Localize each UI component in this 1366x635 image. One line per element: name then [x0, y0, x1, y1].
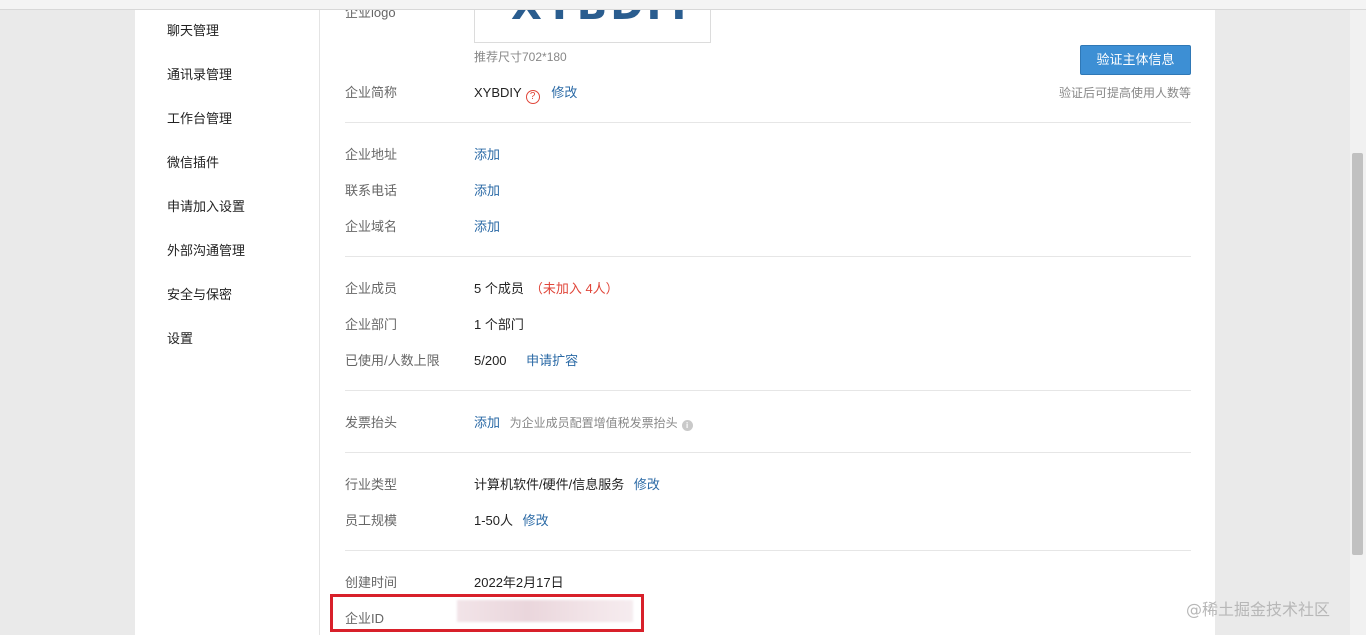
sidebar-item-chat[interactable]: 聊天管理 — [167, 20, 219, 39]
sidebar-item-settings[interactable]: 设置 — [167, 328, 193, 347]
verify-entity-button[interactable]: 验证主体信息 — [1080, 45, 1191, 75]
verify-hint: 验证后可提高使用人数等 — [1058, 86, 1191, 100]
departments-label: 企业部门 — [345, 317, 398, 332]
divider — [345, 452, 1191, 453]
logo-size-hint: 推荐尺寸702*180 — [474, 50, 567, 64]
member-limit-row: 5/200 申请扩容 — [474, 350, 578, 369]
sidebar-item-security[interactable]: 安全与保密 — [167, 284, 232, 303]
divider — [345, 122, 1191, 123]
domain-label: 企业域名 — [345, 219, 398, 234]
edit-short-name-link[interactable]: 修改 — [551, 85, 577, 100]
highlight-box — [330, 594, 644, 632]
address-label: 企业地址 — [345, 147, 398, 162]
divider — [345, 390, 1191, 391]
scrollbar-thumb[interactable] — [1352, 153, 1363, 555]
invoice-label: 发票抬头 — [345, 415, 398, 430]
created-value: 2022年2月17日 — [474, 575, 564, 590]
short-name-label: 企业简称 — [345, 85, 398, 100]
logo-text: XYBDIY — [511, 10, 696, 29]
logo-label: 企业logo — [345, 10, 396, 20]
members-label: 企业成员 — [345, 281, 398, 296]
divider — [345, 550, 1191, 551]
sidebar-item-join-settings[interactable]: 申请加入设置 — [167, 196, 245, 215]
info-icon[interactable]: i — [681, 420, 693, 431]
unjoined-count[interactable]: （未加入 4人） — [530, 281, 619, 296]
sidebar-item-external[interactable]: 外部沟通管理 — [167, 240, 245, 259]
add-address-link[interactable]: 添加 — [474, 144, 500, 163]
watermark: @稀土掘金技术社区 — [1186, 600, 1331, 619]
scale-label: 员工规模 — [345, 513, 398, 528]
short-name-row: XYBDIY? 修改 — [474, 82, 577, 104]
member-limit-label: 已使用/人数上限 — [345, 353, 440, 368]
company-logo[interactable]: XYBDIY — [474, 10, 711, 43]
scale-value: 1-50人 — [474, 513, 514, 528]
add-invoice-link[interactable]: 添加 — [474, 415, 500, 430]
created-label: 创建时间 — [345, 575, 398, 590]
members-count: 5 个成员 — [474, 281, 524, 296]
admin-page: 聊天管理 通讯录管理 工作台管理 微信插件 申请加入设置 外部沟通管理 安全与保… — [135, 10, 1215, 635]
edit-scale-link[interactable]: 修改 — [523, 513, 549, 528]
company-info-panel: 企业logo XYBDIY 推荐尺寸702*180 验证主体信息 验证后可提高使… — [321, 10, 1215, 635]
add-phone-link[interactable]: 添加 — [474, 180, 500, 199]
sidebar-item-wechat-plugin[interactable]: 微信插件 — [167, 152, 219, 171]
sidebar-nav: 聊天管理 通讯录管理 工作台管理 微信插件 申请加入设置 外部沟通管理 安全与保… — [135, 10, 320, 635]
phone-label: 联系电话 — [345, 183, 398, 198]
invoice-hint: 为企业成员配置增值税发票抬头 — [509, 416, 678, 430]
departments-count: 1 个部门 — [474, 317, 524, 332]
help-icon[interactable]: ? — [525, 90, 540, 104]
expand-capacity-link[interactable]: 申请扩容 — [526, 353, 578, 368]
short-name-value: XYBDIY — [474, 85, 522, 100]
member-limit-value: 5/200 — [474, 353, 507, 368]
sidebar-item-workbench[interactable]: 工作台管理 — [167, 108, 232, 127]
divider — [345, 256, 1191, 257]
sidebar-item-contacts[interactable]: 通讯录管理 — [167, 64, 232, 83]
add-domain-link[interactable]: 添加 — [474, 216, 500, 235]
browser-top-edge — [0, 0, 1366, 10]
industry-value: 计算机软件/硬件/信息服务 — [474, 477, 625, 492]
industry-row: 计算机软件/硬件/信息服务 修改 — [474, 474, 660, 493]
scale-row: 1-50人 修改 — [474, 510, 549, 529]
industry-label: 行业类型 — [345, 477, 398, 492]
members-row: 5 个成员 （未加入 4人） — [474, 278, 619, 297]
invoice-row: 添加 为企业成员配置增值税发票抬头 i — [474, 412, 693, 431]
edit-industry-link[interactable]: 修改 — [634, 477, 660, 492]
